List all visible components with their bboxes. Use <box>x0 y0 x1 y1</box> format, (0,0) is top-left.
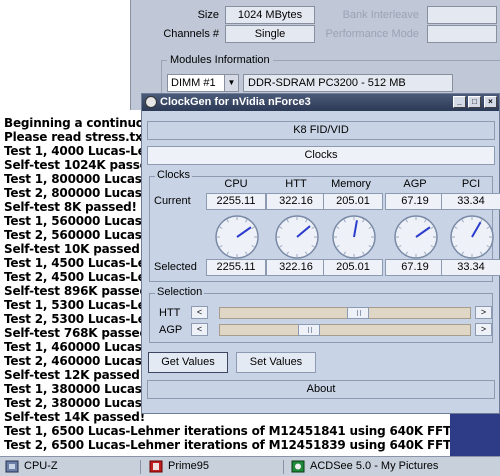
console-line: Please read stress.txt. <box>4 130 153 144</box>
taskbar-label-prime95: Prime95 <box>168 460 209 472</box>
taskbar-separator <box>283 460 284 474</box>
selected-memory: 205.01 <box>323 259 383 276</box>
agp-decrease-button[interactable]: < <box>191 323 208 336</box>
col-header-memory: Memory <box>331 178 371 190</box>
minimize-icon[interactable]: _ <box>453 96 466 108</box>
console-line: Self-test 1024K passed! <box>4 158 162 172</box>
agp-slider-thumb[interactable] <box>298 324 320 336</box>
current-agp: 67.19 <box>385 193 445 210</box>
col-header-agp: AGP <box>403 178 427 190</box>
console-line: Self-test 10K passed! <box>4 242 145 256</box>
htt-decrease-button[interactable]: < <box>191 306 208 319</box>
htt-slider-thumb[interactable] <box>347 307 369 319</box>
htt-slider[interactable] <box>219 307 471 319</box>
taskbar-item-cpuz[interactable]: CPU-Z <box>2 458 132 476</box>
current-pci: 33.34 <box>441 193 500 210</box>
clockgen-title: ClockGen for nVidia nForce3 <box>160 96 311 108</box>
agp-gauge <box>394 215 438 259</box>
selected-cpu: 2255.11 <box>206 259 266 276</box>
console-line: Test 2, 6500 Lucas-Lehmer iterations of … <box>4 438 500 452</box>
memory-gauge <box>332 215 376 259</box>
cpuz-icon <box>5 460 19 473</box>
maximize-icon[interactable]: □ <box>468 96 481 108</box>
taskbar: CPU-Z Prime95 ACDSee 5.0 - My Pictures <box>0 456 500 476</box>
taskbar-item-prime95[interactable]: Prime95 <box>146 458 276 476</box>
console-line: Self-test 8K passed! <box>4 200 137 214</box>
acdsee-icon <box>291 460 305 473</box>
tab-k8-fid-vid[interactable]: K8 FID/VID <box>147 121 495 140</box>
taskbar-item-acdsee[interactable]: ACDSee 5.0 - My Pictures <box>288 458 438 476</box>
taskbar-separator <box>140 460 141 474</box>
taskbar-label-acdsee: ACDSee 5.0 - My Pictures <box>310 460 439 472</box>
agp-increase-button[interactable]: > <box>475 323 492 336</box>
selected-htt: 322.16 <box>266 259 326 276</box>
console-line: Self-test 14K passed! <box>4 410 145 424</box>
console-line: Self-test 768K passed! <box>4 326 154 340</box>
tab-clocks[interactable]: Clocks <box>147 146 495 165</box>
col-header-cpu: CPU <box>224 178 248 190</box>
clockgen-titlebar[interactable]: ClockGen for nVidia nForce3 _ □ × <box>142 94 499 111</box>
about-button[interactable]: About <box>147 380 495 399</box>
agp-slider[interactable] <box>219 324 471 336</box>
selection-group-title: Selection <box>155 286 205 298</box>
set-values-button[interactable]: Set Values <box>236 352 316 373</box>
selected-agp: 67.19 <box>385 259 445 276</box>
desktop-background <box>450 414 500 456</box>
close-icon[interactable]: × <box>484 96 497 108</box>
col-header-htt: HTT <box>285 178 307 190</box>
current-cpu: 2255.11 <box>206 193 266 210</box>
cpu-gauge <box>215 215 259 259</box>
clockgen-app-icon <box>145 96 157 108</box>
clocks-group-title: Clocks <box>155 169 193 181</box>
prime95-icon <box>149 460 163 473</box>
get-values-button[interactable]: Get Values <box>148 352 228 373</box>
selected-pci: 33.34 <box>441 259 500 276</box>
current-row-label: Current <box>154 195 191 207</box>
col-header-pci: PCI <box>461 178 481 190</box>
htt-slider-label: HTT <box>159 307 181 319</box>
current-htt: 322.16 <box>266 193 326 210</box>
clockgen-window: ClockGen for nVidia nForce3 _ □ × K8 FID… <box>141 93 500 414</box>
agp-slider-label: AGP <box>159 324 183 336</box>
console-line: Self-test 12K passed! <box>4 368 145 382</box>
selected-row-label: Selected <box>154 261 197 273</box>
htt-gauge <box>275 215 319 259</box>
htt-increase-button[interactable]: > <box>475 306 492 319</box>
pci-gauge <box>450 215 494 259</box>
console-line: Test 1, 6500 Lucas-Lehmer iterations of … <box>4 424 500 438</box>
taskbar-label-cpuz: CPU-Z <box>24 460 58 472</box>
console-line: Self-test 896K passed! <box>4 284 154 298</box>
current-memory: 205.01 <box>323 193 383 210</box>
